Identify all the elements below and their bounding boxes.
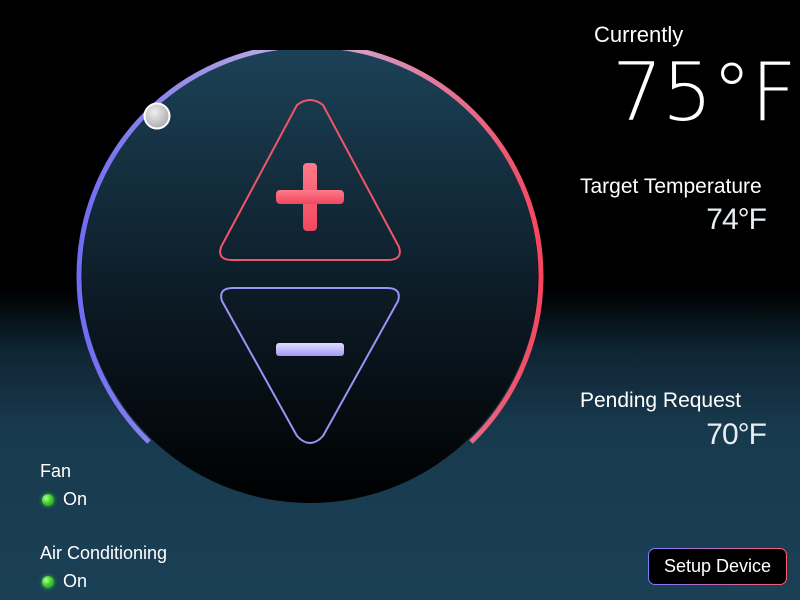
target-temperature-value: 74°F [706,203,767,236]
fan-label: Fan [40,461,72,481]
fan-status: Fan On [40,461,87,510]
air-conditioning-indicator-icon [42,575,54,588]
setup-device-button[interactable]: Setup Device [648,548,787,585]
pending-request-value: 70°F [706,418,767,451]
thermostat-dial [70,50,550,510]
air-conditioning-status: Air Conditioning On [40,543,167,592]
air-conditioning-state: On [63,571,88,591]
fan-indicator-icon [42,493,54,506]
dial-knob[interactable] [143,102,171,130]
current-temperature-value: 75°F [612,46,797,139]
air-conditioning-label: Air Conditioning [40,543,168,563]
current-temperature-label: Currently [594,22,684,47]
pending-request-label: Pending Request [580,389,742,412]
minus-icon [276,343,344,356]
fan-state: On [63,489,88,509]
target-temperature-label: Target Temperature [580,175,762,198]
